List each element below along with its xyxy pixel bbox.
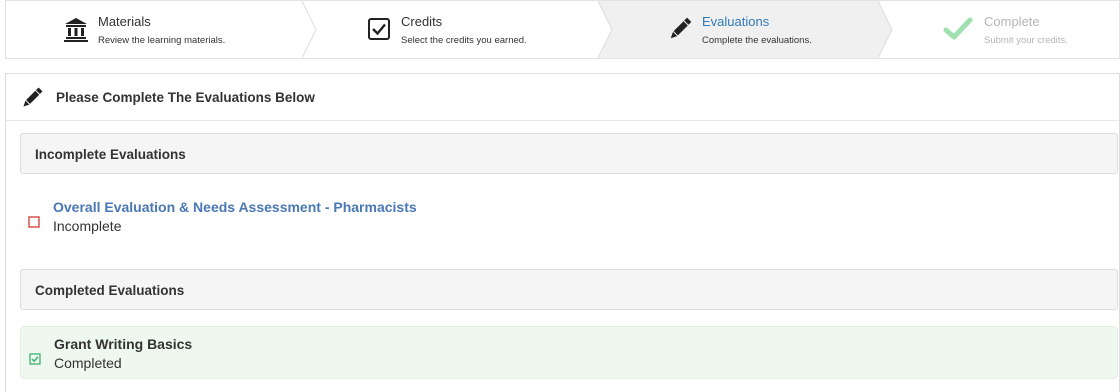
- list-item: Grant Writing Basics Completed: [20, 326, 1118, 379]
- list-item: Overall Evaluation & Needs Assessment - …: [20, 190, 1118, 243]
- section-title: Completed Evaluations: [35, 283, 185, 298]
- section-title: Incomplete Evaluations: [35, 147, 186, 162]
- evaluation-status: Incomplete: [53, 218, 122, 234]
- incomplete-checkbox-icon: [28, 215, 40, 228]
- evaluations-panel: Please Complete The Evaluations Below In…: [5, 73, 1120, 392]
- pencil-icon: [19, 85, 45, 111]
- checked-checkbox-icon: [29, 352, 41, 365]
- evaluation-link[interactable]: Overall Evaluation & Needs Assessment - …: [53, 199, 417, 215]
- panel-title: Please Complete The Evaluations Below: [56, 90, 315, 105]
- evaluation-name: Grant Writing Basics: [54, 336, 193, 352]
- completed-evaluations-heading: Completed Evaluations: [20, 269, 1118, 310]
- incomplete-evaluations-heading: Incomplete Evaluations: [20, 133, 1118, 174]
- panel-header: Please Complete The Evaluations Below: [6, 74, 1119, 121]
- step-separators: [301, 1, 893, 58]
- evaluation-status: Completed: [54, 355, 122, 371]
- progress-stepper: Materials Review the learning materials.…: [5, 0, 1120, 59]
